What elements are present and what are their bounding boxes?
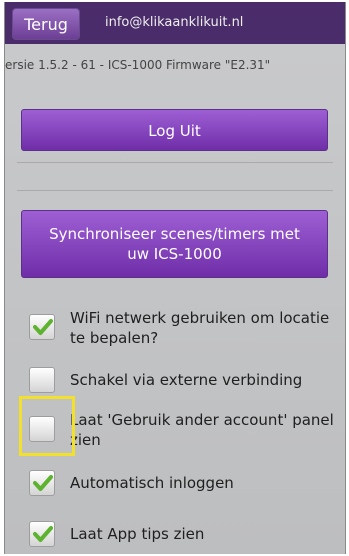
sync-button-line-2: uw ICS-1000	[127, 245, 222, 263]
option-label: Automatisch inloggen	[70, 474, 234, 492]
checkbox-app-tips[interactable]	[29, 521, 55, 547]
option-auto-login[interactable]: Automatisch inloggen	[19, 468, 337, 498]
divider	[17, 190, 333, 191]
account-email: info@klikaanklikuit.nl	[105, 15, 244, 30]
top-bar: Terug info@klikaanklikuit.nl	[5, 2, 345, 44]
checkbox-auto-login[interactable]	[29, 470, 55, 496]
option-label: Laat 'Gebruik ander account' panel zien	[70, 411, 334, 449]
option-label: Laat App tips zien	[70, 525, 205, 543]
sync-button[interactable]: Synchroniseer scenes/timers met uw ICS-1…	[21, 210, 328, 278]
app-screen: Terug info@klikaanklikuit.nl ersie 1.5.2…	[4, 2, 346, 554]
check-icon	[33, 525, 53, 543]
logout-button[interactable]: Log Uit	[21, 109, 328, 151]
sync-button-line-1: Synchroniseer scenes/timers met	[49, 225, 300, 243]
check-icon	[33, 474, 53, 492]
checkbox-wifi-location[interactable]	[29, 314, 55, 340]
version-info: ersie 1.5.2 - 61 - ICS-1000 Firmware "E2…	[5, 58, 271, 72]
check-icon	[33, 318, 53, 336]
option-label: WiFi netwerk gebruiken om locatie te bep…	[70, 309, 330, 347]
checkbox-external-connection[interactable]	[29, 367, 55, 393]
divider	[17, 162, 333, 163]
option-app-tips[interactable]: Laat App tips zien	[19, 519, 337, 549]
option-label: Schakel via externe verbinding	[70, 371, 303, 389]
highlight-box	[19, 396, 75, 456]
back-button[interactable]: Terug	[12, 8, 80, 40]
option-external-connection[interactable]: Schakel via externe verbinding	[19, 365, 337, 395]
option-wifi-location[interactable]: WiFi netwerk gebruiken om locatie te bep…	[19, 304, 337, 350]
